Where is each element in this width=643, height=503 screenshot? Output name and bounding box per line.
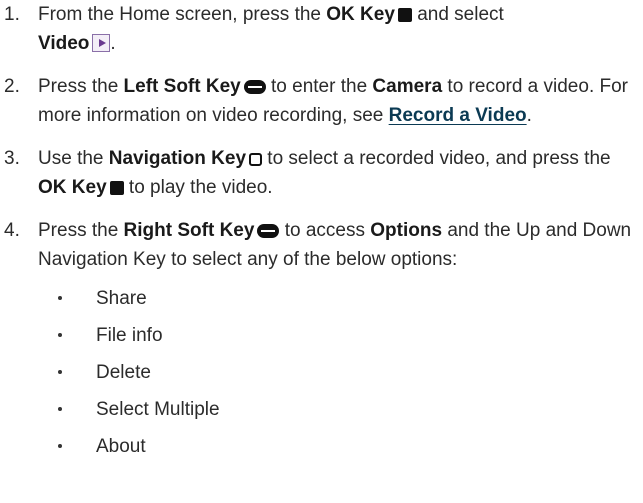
step-text: Use the [38, 148, 109, 169]
option-select-multiple: Select Multiple [96, 399, 220, 420]
step-text: and select [411, 4, 504, 25]
step-text: to select a recorded video, and press th… [262, 148, 611, 169]
option-about: About [96, 436, 146, 457]
step-number: 2. [4, 76, 20, 97]
step-text: Press the [38, 220, 124, 241]
instructions: 1. From the Home screen, press the OK Ke… [0, 0, 643, 465]
left-soft-key-label: Left Soft Key [123, 76, 241, 97]
option-delete: Delete [96, 362, 151, 383]
video-label: Video [38, 33, 90, 54]
ok-key-label: OK Key [326, 4, 395, 25]
ok-key-label: OK Key [38, 177, 107, 198]
step-text: Press the [38, 76, 124, 97]
option-share: Share [96, 288, 147, 309]
step-number: 1. [4, 4, 20, 25]
camera-label: Camera [372, 76, 443, 97]
step-text: to play the video. [123, 177, 273, 198]
step-text: . [526, 105, 532, 126]
bullet-icon [58, 444, 62, 448]
video-app-icon [92, 34, 111, 52]
step-4: 4. Press the Right Soft Key to access Op… [0, 216, 643, 274]
step-3: 3. Use the Navigation Key to select a re… [0, 144, 643, 202]
bullet-icon [58, 407, 62, 411]
list-item: Share [0, 280, 643, 317]
list-item: Select Multiple [0, 391, 643, 428]
bullet-icon [58, 296, 62, 300]
options-label: Options [370, 220, 443, 241]
navigation-key-label: Navigation Key [108, 148, 247, 169]
soft-key-icon [257, 224, 280, 238]
step-number: 4. [4, 220, 20, 241]
list-item: About [0, 428, 643, 465]
list-item: Delete [0, 354, 643, 391]
options-list: Share File info Delete Select Multiple A… [0, 280, 643, 465]
step-2: 2. Press the Left Soft Key to enter the … [0, 72, 643, 130]
step-number: 3. [4, 148, 20, 169]
bullet-icon [58, 333, 62, 337]
bullet-icon [58, 370, 62, 374]
right-soft-key-label: Right Soft Key [123, 220, 255, 241]
step-text: to access [279, 220, 371, 241]
step-text: . [110, 33, 116, 54]
record-a-video-link[interactable]: Record a Video [389, 105, 527, 126]
ok-key-icon [397, 8, 412, 22]
list-item: File info [0, 317, 643, 354]
step-text: From the Home screen, press the [38, 4, 327, 25]
option-file-info: File info [96, 325, 163, 346]
step-1: 1. From the Home screen, press the OK Ke… [0, 0, 643, 58]
step-text: to enter the [265, 76, 373, 97]
navigation-key-icon [249, 153, 263, 166]
soft-key-icon [243, 80, 266, 94]
ok-key-icon [109, 181, 124, 195]
